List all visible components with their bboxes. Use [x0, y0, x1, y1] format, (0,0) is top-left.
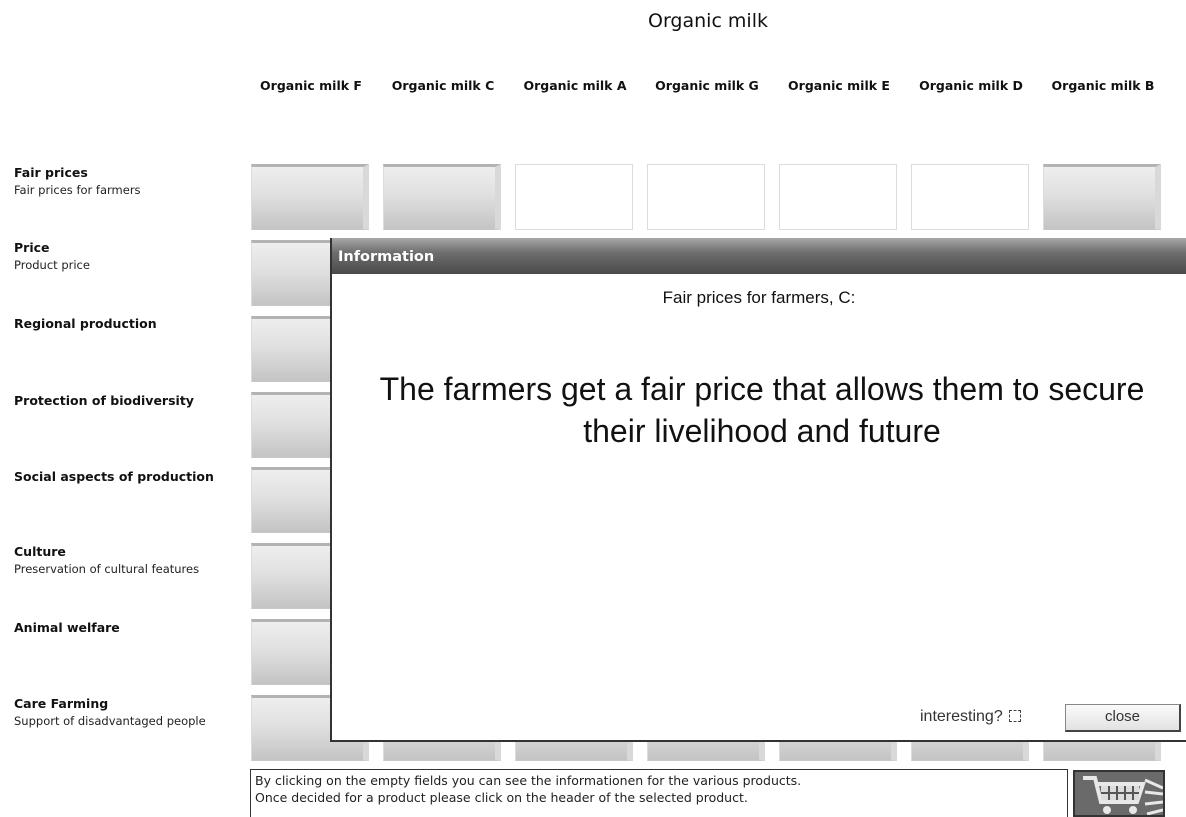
criterion-title: Fair prices — [14, 165, 88, 180]
criterion-title: Culture — [14, 544, 66, 559]
criterion-culture: Culture Preservation of cultural feature… — [14, 544, 239, 576]
product-header-2[interactable]: Organic milk C — [383, 78, 503, 93]
grid-cell[interactable] — [383, 164, 501, 230]
criterion-subtitle: Product price — [14, 258, 90, 272]
shopping-cart-icon[interactable] — [1073, 770, 1165, 817]
criterion-title: Care Farming — [14, 696, 109, 711]
criterion-regional-production: Regional production — [14, 316, 239, 331]
information-dialog: Information Fair prices for farmers, C: … — [330, 238, 1186, 742]
interesting-label: interesting? — [920, 708, 1003, 725]
criterion-care-farming: Care Farming Support of disadvantaged pe… — [14, 696, 239, 728]
criterion-title: Price — [14, 240, 50, 255]
criterion-title: Animal welfare — [14, 620, 120, 635]
instruction-line-1: By clicking on the empty fields you can … — [255, 773, 802, 788]
interesting-checkbox[interactable] — [1008, 710, 1021, 722]
product-header-7[interactable]: Organic milk B — [1043, 78, 1163, 93]
product-header-1[interactable]: Organic milk F — [251, 78, 371, 93]
grid-cell[interactable] — [647, 164, 765, 230]
criterion-social-aspects: Social aspects of production — [14, 469, 239, 484]
criterion-animal-welfare: Animal welfare — [14, 620, 239, 635]
dialog-body-text: The farmers get a fair price that allows… — [379, 371, 1145, 449]
criterion-price: Price Product price — [14, 240, 239, 272]
dialog-heading: Fair prices for farmers, C: — [662, 288, 856, 307]
criterion-title: Social aspects of production — [14, 469, 214, 484]
page-title: Organic milk — [647, 10, 768, 32]
product-header-4[interactable]: Organic milk G — [647, 78, 767, 93]
grid-cell[interactable] — [251, 164, 369, 230]
criterion-biodiversity: Protection of biodiversity — [14, 393, 239, 408]
grid-cell[interactable] — [1043, 164, 1161, 230]
grid-cell[interactable] — [911, 164, 1029, 230]
grid-cell[interactable] — [515, 164, 633, 230]
grid-cell[interactable] — [779, 164, 897, 230]
criterion-subtitle: Preservation of cultural features — [14, 562, 200, 576]
product-header-5[interactable]: Organic milk E — [779, 78, 899, 93]
criterion-title: Protection of biodiversity — [14, 393, 194, 408]
product-header-3[interactable]: Organic milk A — [515, 78, 635, 93]
interesting-toggle[interactable]: interesting? — [920, 708, 1021, 726]
product-header-6[interactable]: Organic milk D — [911, 78, 1031, 93]
criterion-subtitle: Support of disadvantaged people — [14, 714, 206, 728]
close-button[interactable]: close — [1065, 704, 1181, 732]
criterion-title: Regional production — [14, 316, 157, 331]
criterion-subtitle: Fair prices for farmers — [14, 183, 141, 197]
dialog-title[interactable]: Information — [332, 238, 1186, 274]
instruction-line-2: Once decided for a product please click … — [255, 790, 748, 805]
criterion-fair-prices: Fair prices Fair prices for farmers — [14, 165, 239, 197]
instructions-box: By clicking on the empty fields you can … — [250, 769, 1068, 817]
